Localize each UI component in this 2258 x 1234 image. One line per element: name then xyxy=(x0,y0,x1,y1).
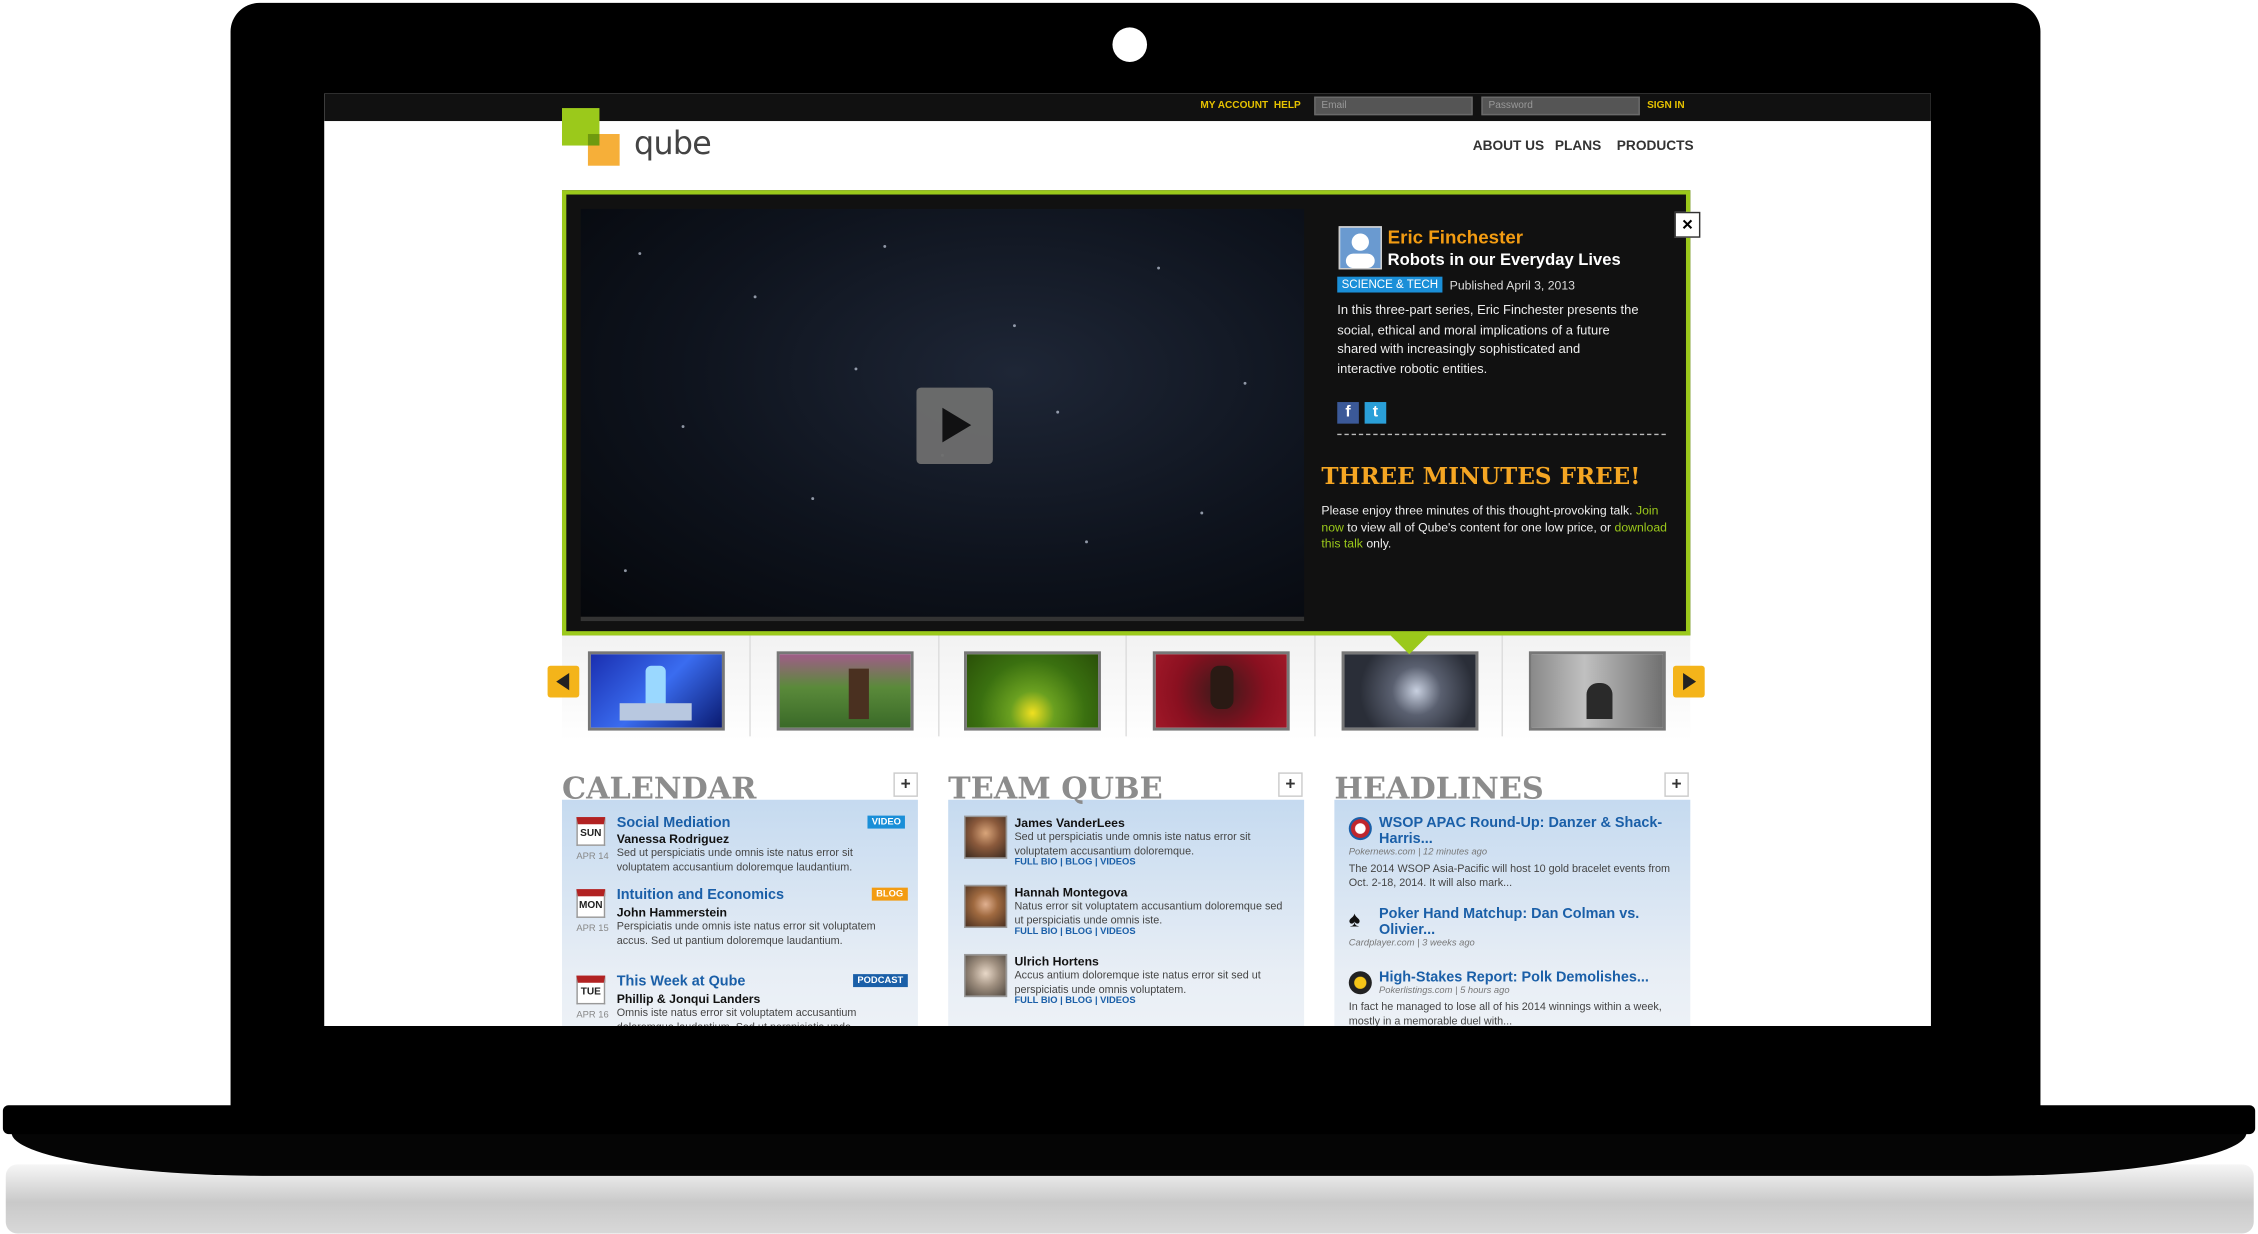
spade-icon: ♠ xyxy=(1348,907,1361,933)
calendar-day-icon: MON xyxy=(576,889,606,918)
avatar[interactable] xyxy=(964,815,1008,859)
laptop-base xyxy=(2,1105,2256,1135)
nav-products[interactable]: PRODUCTS xyxy=(1617,138,1694,154)
team-member-links[interactable]: FULL BIO | BLOG | VIDEOS xyxy=(1014,857,1135,867)
carousel-next-button[interactable] xyxy=(1673,665,1705,698)
my-account-link[interactable]: MY ACCOUNT xyxy=(1200,101,1268,111)
logo-text[interactable]: qube xyxy=(634,127,712,163)
video-description: In this three-part series, Eric Finchest… xyxy=(1337,302,1639,376)
help-link[interactable]: HELP xyxy=(1274,101,1301,111)
calendar-item-speaker: Phillip & Jonqui Landers xyxy=(616,991,761,1006)
email-field[interactable]: Email xyxy=(1314,96,1473,116)
avatar[interactable] xyxy=(964,953,1008,998)
webcam xyxy=(1112,27,1148,62)
headline-title[interactable]: WSOP APAC Round-Up: Danzer & Shack-Harri… xyxy=(1379,816,1667,848)
calendar-item-title[interactable]: Social Mediation xyxy=(617,816,731,832)
promo-title: THREE MINUTES FREE! xyxy=(1321,462,1641,490)
calendar-item-speaker: John Hammerstein xyxy=(616,904,728,920)
arrow-right-icon xyxy=(1683,672,1697,691)
team-member-bio: Natus error sit voluptatem accusantium d… xyxy=(1014,899,1283,926)
podcast-tag: PODCAST xyxy=(853,974,908,988)
calendar-item-speaker: Vanessa Rodriguez xyxy=(616,831,730,846)
team-expand-button[interactable]: + xyxy=(1278,772,1303,797)
team-member-name[interactable]: James VanderLees xyxy=(1014,816,1124,830)
headline-source: Pokerlistings.com | 5 hours ago xyxy=(1379,985,1510,996)
calendar-date: APR 15 xyxy=(576,923,609,934)
carousel-prev-button[interactable] xyxy=(547,665,580,698)
featured-video-panel: Eric Finchester Robots in our Everyday L… xyxy=(561,190,1691,636)
play-icon xyxy=(942,407,972,443)
calendar-item-body: Omnis iste natus error sit voluptatem ac… xyxy=(616,1005,857,1026)
pokernews-icon xyxy=(1348,817,1372,841)
team-member-links[interactable]: FULL BIO | BLOG | VIDEOS xyxy=(1014,996,1135,1006)
active-thumbnail-pointer xyxy=(1387,632,1431,655)
arrow-left-icon xyxy=(556,672,570,691)
calendar-heading: CALENDAR xyxy=(561,769,757,806)
calendar-date: APR 16 xyxy=(576,1010,609,1021)
headline-source: Cardplayer.com | 3 weeks ago xyxy=(1348,938,1475,949)
headline-source: Pokernews.com | 12 minutes ago xyxy=(1348,847,1488,858)
stage: MY ACCOUNT HELP Email Password SIGN IN q… xyxy=(0,0,2258,1234)
laptop-frame: MY ACCOUNT HELP Email Password SIGN IN q… xyxy=(0,0,2258,1234)
thumbnail-5[interactable] xyxy=(1341,651,1479,731)
calendar-day-icon: SUN xyxy=(576,817,606,846)
calendar-item-title[interactable]: This Week at Qube xyxy=(617,974,746,990)
promo-text-part: Please enjoy three minutes of this thoug… xyxy=(1321,502,1633,518)
thumbnail-6[interactable] xyxy=(1528,651,1666,731)
video-title[interactable]: Robots in our Everyday Lives xyxy=(1388,252,1621,269)
calendar-item-title[interactable]: Intuition and Economics xyxy=(617,888,784,904)
avatar[interactable] xyxy=(964,884,1008,929)
logo-mark[interactable] xyxy=(561,108,625,171)
blog-tag: BLOG xyxy=(871,887,908,901)
thumbnail-3[interactable] xyxy=(964,651,1101,731)
team-member-bio: Accus antium doloremque iste natus error… xyxy=(1014,968,1261,996)
close-button[interactable]: × xyxy=(1674,211,1701,238)
divider xyxy=(1337,433,1666,436)
sign-in-link[interactable]: SIGN IN xyxy=(1647,101,1685,111)
promo-text-part: to view all of Qube's content for one lo… xyxy=(1347,519,1612,534)
pokerlistings-icon xyxy=(1348,971,1372,995)
calendar-expand-button[interactable]: + xyxy=(893,772,918,797)
team-heading: TEAM QUBE xyxy=(948,769,1163,806)
team-member-name[interactable]: Hannah Montegova xyxy=(1014,885,1127,899)
team-member-name[interactable]: Ulrich Hortens xyxy=(1014,954,1098,968)
published-date: Published April 3, 2013 xyxy=(1449,278,1575,293)
website-screen: MY ACCOUNT HELP Email Password SIGN IN q… xyxy=(324,93,1931,1026)
play-button[interactable] xyxy=(916,387,993,465)
facebook-icon[interactable]: f xyxy=(1337,402,1359,424)
calendar-item-body: Perspiciatis unde omnis iste natus error… xyxy=(616,919,876,947)
team-member-links[interactable]: FULL BIO | BLOG | VIDEOS xyxy=(1014,927,1135,937)
video-progress-bar[interactable] xyxy=(580,616,1305,622)
video-tag: VIDEO xyxy=(867,815,906,829)
calendar-day-icon: TUE xyxy=(576,975,606,1005)
category-badge[interactable]: SCIENCE & TECH xyxy=(1337,276,1443,293)
thumbnail-2[interactable] xyxy=(776,651,914,731)
headlines-heading: HEADLINES xyxy=(1334,769,1544,806)
password-field[interactable]: Password xyxy=(1481,96,1640,116)
thumbnail-1[interactable] xyxy=(587,651,725,731)
headline-body: The 2014 WSOP Asia-Pacific will host 10 … xyxy=(1348,861,1670,889)
thumbnail-4[interactable] xyxy=(1152,651,1290,731)
headline-title[interactable]: High-Stakes Report: Polk Demolishes... xyxy=(1379,970,1649,986)
nav-plans[interactable]: PLANS xyxy=(1555,138,1601,154)
twitter-icon[interactable]: t xyxy=(1364,402,1387,424)
calendar-date: APR 14 xyxy=(576,851,609,862)
headline-body: In fact he managed to lose all of his 20… xyxy=(1348,1000,1662,1026)
promo-text: Please enjoy three minutes of this thoug… xyxy=(1321,503,1667,553)
promo-text-part: only. xyxy=(1366,536,1392,551)
video-player[interactable] xyxy=(580,208,1305,617)
author-name[interactable]: Eric Finchester xyxy=(1388,226,1523,248)
headline-title[interactable]: Poker Hand Matchup: Dan Colman vs. Olivi… xyxy=(1379,906,1667,938)
laptop-base-underside xyxy=(11,1132,2247,1176)
author-avatar xyxy=(1338,226,1382,270)
headlines-expand-button[interactable]: + xyxy=(1664,772,1689,797)
team-member-bio: Sed ut perspiciatis unde omnis iste natu… xyxy=(1014,830,1251,857)
calendar-item-body: Sed ut perspiciatis unde omnis iste natu… xyxy=(616,845,853,873)
nav-about-us[interactable]: ABOUT US xyxy=(1473,138,1545,154)
